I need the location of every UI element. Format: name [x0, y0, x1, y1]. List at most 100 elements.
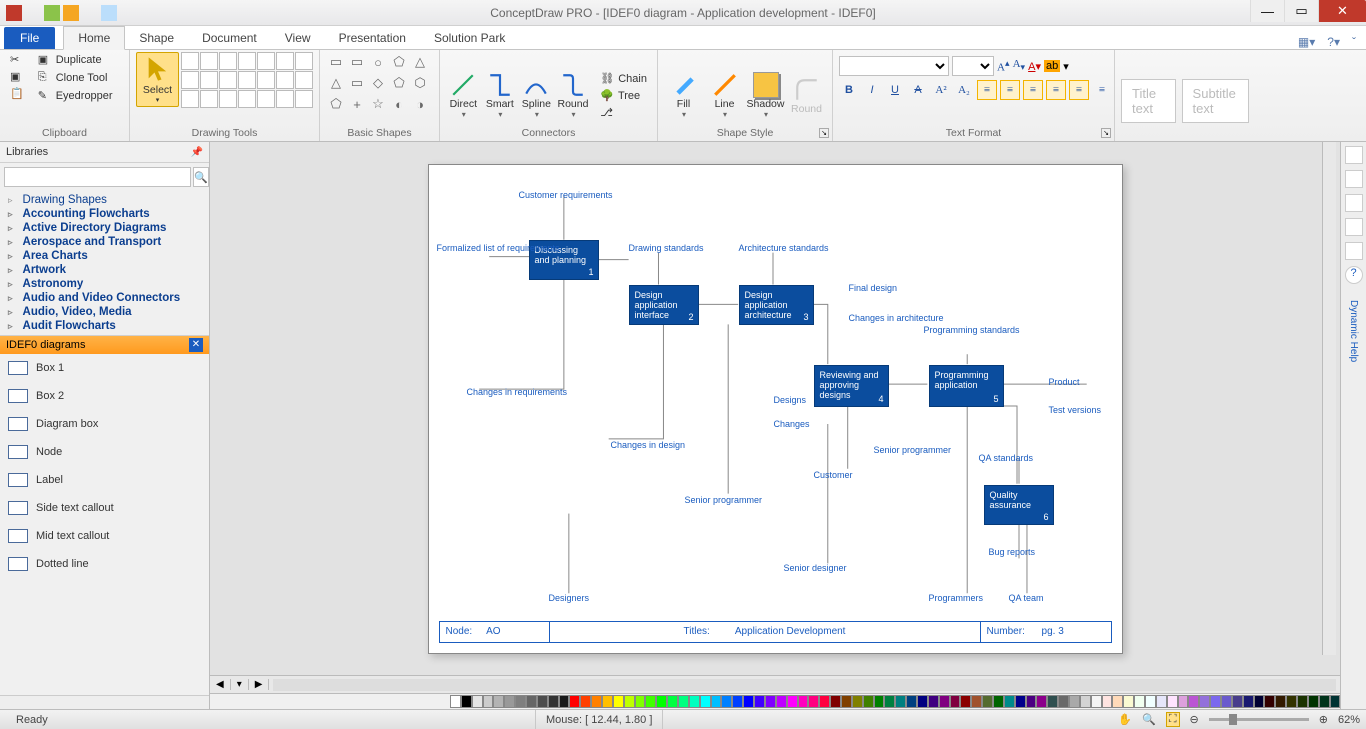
tree-button[interactable]: 🌳Tree — [596, 88, 651, 103]
color-swatch[interactable] — [895, 695, 906, 708]
library-tree-item[interactable]: Accounting Flowcharts — [4, 207, 205, 221]
diagram-page[interactable]: Discussing and planning1Design applicati… — [428, 164, 1123, 654]
color-swatch[interactable] — [765, 695, 776, 708]
bold-button[interactable]: B — [839, 80, 859, 100]
color-swatch[interactable] — [450, 695, 461, 708]
page-tabs[interactable]: ◀ ▾ ▶ — [210, 675, 1340, 693]
color-swatch[interactable] — [1123, 695, 1134, 708]
tab-home[interactable]: Home — [63, 26, 125, 50]
round-corners-button[interactable]: Round — [787, 77, 826, 115]
subtitle-text-input[interactable]: Subtitle text — [1182, 79, 1249, 123]
subscript-button[interactable]: A₂ — [954, 80, 974, 100]
color-swatch[interactable] — [493, 695, 504, 708]
minimize-button[interactable]: — — [1250, 0, 1284, 22]
color-swatch[interactable] — [917, 695, 928, 708]
color-swatch[interactable] — [624, 695, 635, 708]
diagram-box[interactable]: Programming application5 — [929, 365, 1004, 407]
color-swatch[interactable] — [1091, 695, 1102, 708]
color-swatch[interactable] — [776, 695, 787, 708]
superscript-button[interactable]: A² — [931, 80, 951, 100]
paste-icon[interactable]: 📋 — [6, 86, 28, 101]
color-swatch[interactable] — [1112, 695, 1123, 708]
color-swatch[interactable] — [667, 695, 678, 708]
shape-list-item[interactable]: Side text callout — [0, 494, 209, 522]
library-tree-item[interactable]: Astronomy — [4, 277, 205, 291]
color-swatch[interactable] — [950, 695, 961, 708]
align-bottom-button[interactable]: ≡ — [1092, 80, 1112, 100]
search-button[interactable]: 🔍 — [193, 167, 209, 187]
diagram-box[interactable]: Design application interface2 — [629, 285, 699, 325]
align-center-button[interactable]: ≡ — [1000, 80, 1020, 100]
color-swatch[interactable] — [754, 695, 765, 708]
qat-icon[interactable] — [120, 5, 136, 21]
color-swatch[interactable] — [602, 695, 613, 708]
color-swatch[interactable] — [1243, 695, 1254, 708]
maximize-button[interactable]: ▭ — [1284, 0, 1318, 22]
color-swatch[interactable] — [971, 695, 982, 708]
color-swatch[interactable] — [711, 695, 722, 708]
close-section-icon[interactable]: ✕ — [189, 338, 203, 352]
title-text-input[interactable]: Title text — [1121, 79, 1176, 123]
font-family-select[interactable] — [839, 56, 949, 76]
tab-presentation[interactable]: Presentation — [325, 27, 420, 49]
color-swatch[interactable] — [1069, 695, 1080, 708]
idef0-section-header[interactable]: IDEF0 diagrams✕ — [0, 336, 209, 354]
diagram-box[interactable]: Design application architecture3 — [739, 285, 814, 325]
libraries-tree[interactable]: Drawing ShapesAccounting FlowchartsActiv… — [0, 191, 209, 336]
qat-icon[interactable] — [82, 5, 98, 21]
qat-icon[interactable] — [44, 5, 60, 21]
shadow-button[interactable]: Shadow — [746, 72, 785, 119]
color-swatch[interactable] — [1145, 695, 1156, 708]
decrease-font-icon[interactable]: A▾ — [1013, 58, 1026, 73]
library-tree-item[interactable]: Audio, Video, Media — [4, 305, 205, 319]
direct-connector-button[interactable]: Direct — [446, 72, 481, 119]
qat-icon[interactable] — [158, 5, 174, 21]
align-top-button[interactable]: ≡ — [1046, 80, 1066, 100]
qat-icon[interactable] — [25, 5, 41, 21]
color-swatch[interactable] — [1199, 695, 1210, 708]
smart-connector-button[interactable]: Smart — [483, 72, 518, 119]
library-tree-item[interactable]: Aerospace and Transport — [4, 235, 205, 249]
color-swatch[interactable] — [1254, 695, 1265, 708]
zoom-fit-icon[interactable]: ⛶ — [1166, 712, 1180, 727]
sidebar-icon[interactable] — [1345, 146, 1363, 164]
tab-document[interactable]: Document — [188, 27, 271, 49]
collapse-ribbon-icon[interactable]: ˇ — [1352, 35, 1356, 49]
color-swatch[interactable] — [1167, 695, 1178, 708]
library-tree-item[interactable]: Audio and Video Connectors — [4, 291, 205, 305]
color-swatch[interactable] — [743, 695, 754, 708]
color-swatch[interactable] — [982, 695, 993, 708]
color-swatch[interactable] — [906, 695, 917, 708]
line-button[interactable]: Line — [705, 72, 744, 119]
vscrollbar[interactable] — [1322, 142, 1336, 655]
shape-list-item[interactable]: Dotted line — [0, 550, 209, 578]
align-right-button[interactable]: ≡ — [1023, 80, 1043, 100]
zoom-slider[interactable] — [1209, 718, 1309, 721]
color-swatch[interactable] — [1004, 695, 1015, 708]
color-swatch[interactable] — [852, 695, 863, 708]
panel-hscroll[interactable] — [0, 695, 209, 709]
qat-icon[interactable] — [63, 5, 79, 21]
sidebar-icon[interactable] — [1345, 194, 1363, 212]
color-swatch[interactable] — [798, 695, 809, 708]
color-swatch[interactable] — [504, 695, 515, 708]
qat-icon[interactable] — [6, 5, 22, 21]
round-connector-button[interactable]: Round — [556, 72, 591, 119]
color-swatch[interactable] — [1210, 695, 1221, 708]
file-tab[interactable]: File — [4, 27, 55, 49]
color-swatch[interactable] — [1330, 695, 1340, 708]
color-swatch[interactable] — [645, 695, 656, 708]
color-swatch[interactable] — [819, 695, 830, 708]
color-swatch[interactable] — [939, 695, 950, 708]
sidebar-icon[interactable] — [1345, 170, 1363, 188]
color-swatch[interactable] — [960, 695, 971, 708]
eyedropper-button[interactable]: ✎Eyedropper — [34, 88, 117, 104]
connector-extra-icon[interactable]: ⎇ — [596, 105, 651, 120]
color-swatch[interactable] — [548, 695, 559, 708]
color-swatch[interactable] — [841, 695, 852, 708]
color-swatch[interactable] — [1319, 695, 1330, 708]
diagram-box[interactable]: Quality assurance6 — [984, 485, 1054, 525]
library-tree-item[interactable]: Area Charts — [4, 249, 205, 263]
shape-list-item[interactable]: Diagram box — [0, 410, 209, 438]
search-input[interactable] — [4, 167, 191, 187]
